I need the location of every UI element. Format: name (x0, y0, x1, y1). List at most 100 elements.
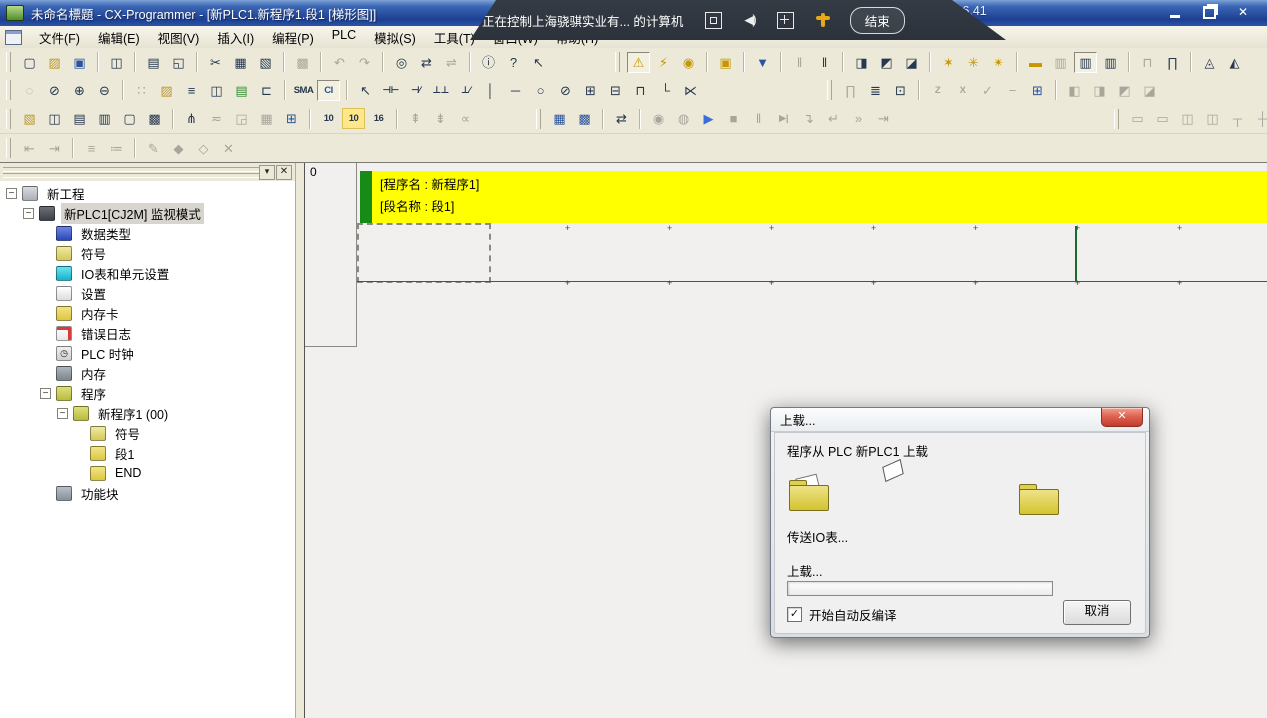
simulator-transfer-button[interactable]: ⇄ (610, 108, 633, 129)
tree-expander-icon[interactable]: − (23, 208, 34, 219)
end-session-button[interactable]: 结束 (850, 7, 905, 34)
pause-monitoring-button[interactable]: ▣ (714, 52, 737, 73)
save-button[interactable]: ▣ (68, 52, 91, 73)
show-ci-button[interactable]: CI (317, 80, 340, 101)
pane-options-button[interactable]: ▾ (259, 165, 275, 180)
monitor-in-rung-button[interactable]: ◫ (205, 80, 228, 101)
tree-item-memory-card[interactable]: 内存卡 (0, 303, 295, 323)
find-replace-button[interactable]: ⇄ (415, 52, 438, 73)
speaker-icon[interactable]: ◀) (744, 12, 754, 28)
operating-mode-button[interactable]: ▼ (751, 52, 774, 73)
context-help-button[interactable]: ↖ (527, 52, 550, 73)
simulator-online-2-button[interactable]: ▩ (573, 108, 596, 129)
show-sma-button[interactable]: SMA (292, 80, 315, 101)
new-coil-button[interactable]: ○ (529, 80, 552, 101)
find-button[interactable]: ◎ (390, 52, 413, 73)
zoom-custom-button[interactable]: ⊘ (43, 80, 66, 101)
print-button[interactable]: ▤ (142, 52, 165, 73)
memory-view-button[interactable]: ⊞ (280, 108, 303, 129)
invert-element-button[interactable]: ⋉ (679, 80, 702, 101)
menu-item-view[interactable]: 视图(V) (149, 25, 209, 50)
new-instruction-button[interactable]: ⊞ (579, 80, 602, 101)
properties-button[interactable]: ▩ (143, 108, 166, 129)
sim-run-button[interactable]: ▶ (697, 108, 720, 129)
monitor-button[interactable]: ◉ (677, 52, 700, 73)
tool-icon[interactable] (816, 13, 830, 27)
close-button[interactable]: ✕ (1233, 4, 1253, 20)
data-trace-config-button[interactable]: ▥ (1099, 52, 1122, 73)
menu-item-simulation[interactable]: 模拟(S) (365, 25, 425, 50)
cancel-button[interactable]: 取消 (1063, 600, 1131, 625)
compare-with-plc-button[interactable]: ◪ (900, 52, 923, 73)
view-settings-button[interactable]: ▢ (118, 108, 141, 129)
view-diagram-button[interactable]: ▧ (18, 108, 41, 129)
menu-item-edit[interactable]: 编辑(E) (89, 25, 149, 50)
force-cancel-button[interactable]: ✴ (987, 52, 1010, 73)
menu-item-file[interactable]: 文件(F) (30, 25, 89, 50)
compile-program-button[interactable]: ◫ (105, 52, 128, 73)
select-tool-button[interactable]: ↖ (354, 80, 377, 101)
copy-button[interactable]: ▦ (229, 52, 252, 73)
pause-2-button[interactable]: ‖ (813, 52, 836, 73)
force-on-button[interactable]: ✶ (937, 52, 960, 73)
tree-item-new-program1[interactable]: −新程序1 (00) (0, 403, 295, 423)
new-or-contact-button[interactable]: ⊥⊥ (429, 80, 452, 101)
tree-expander-icon[interactable]: − (40, 388, 51, 399)
new-window-icon[interactable] (777, 12, 794, 29)
help-button[interactable]: ? (502, 52, 525, 73)
online-edit-cancel-button[interactable]: ◭ (1223, 52, 1246, 73)
panel-splitter[interactable] (296, 163, 305, 718)
tree-item-data-types[interactable]: 数据类型 (0, 223, 295, 243)
new-or-closed-contact-button[interactable]: ⊥∕ (454, 80, 477, 101)
tree-item-symbols[interactable]: 符号 (0, 243, 295, 263)
tree-expander-icon[interactable]: − (57, 408, 68, 419)
tree-item-function-blocks[interactable]: 功能块 (0, 483, 295, 503)
data-trace-button[interactable]: ▥ (1074, 52, 1097, 73)
display-decimal-button[interactable]: 10 (317, 108, 340, 129)
view-io-table-button[interactable]: ▥ (93, 108, 116, 129)
cross-reference-button[interactable]: ⋔ (180, 108, 203, 129)
new-contact-button[interactable]: ⊣⊢ (379, 80, 402, 101)
auto-decompile-checkbox[interactable]: ✓ (787, 607, 802, 622)
zoom-in-button[interactable]: ⊕ (68, 80, 91, 101)
work-online-button[interactable]: ⚠ (627, 52, 650, 73)
symbol-table-view-button[interactable]: ⊞ (1026, 80, 1049, 101)
tree-item-new-plc1[interactable]: −新PLC1[CJ2M] 监视模式 (0, 203, 295, 223)
tree-item-programs[interactable]: −程序 (0, 383, 295, 403)
open-file-button[interactable]: ▨ (43, 52, 66, 73)
view-mnemonic-button[interactable]: ◫ (43, 108, 66, 129)
upload-from-plc-button[interactable]: ◩ (875, 52, 898, 73)
restore-button[interactable] (1199, 4, 1219, 20)
online-edit-send-button[interactable]: ◬ (1198, 52, 1221, 73)
paste-button[interactable]: ▧ (254, 52, 277, 73)
tree-item-error-log[interactable]: 错误日志 (0, 323, 295, 343)
menu-item-program[interactable]: 编程(P) (263, 25, 323, 50)
ladder-cursor-cell[interactable] (357, 223, 491, 283)
symbol-comment-button[interactable]: ▨ (155, 80, 178, 101)
rung-comment-list-button[interactable]: ≡ (180, 80, 203, 101)
print-preview-button[interactable]: ◱ (167, 52, 190, 73)
display-hex-button[interactable]: 16 (367, 108, 390, 129)
tree-item-settings[interactable]: 设置 (0, 283, 295, 303)
download-to-plc-button[interactable]: ◨ (850, 52, 873, 73)
child-window-icon[interactable] (5, 30, 22, 45)
new-function-block-button[interactable]: ⊓ (629, 80, 652, 101)
ladder-color-button[interactable]: ▤ (230, 80, 253, 101)
force-off-button[interactable]: ✳ (962, 52, 985, 73)
zoom-out-button[interactable]: ⊖ (93, 80, 116, 101)
view-symbol-table-button[interactable]: ▤ (68, 108, 91, 129)
tree-item-io-table-unit-setup[interactable]: IO表和单元设置 (0, 263, 295, 283)
tree-item-section1[interactable]: 段1 (0, 443, 295, 463)
tree-item-memory[interactable]: 内存 (0, 363, 295, 383)
section-comment-banner[interactable]: [程序名 : 新程序1] [段名称 : 段1] (360, 171, 1267, 223)
new-closed-contact-button[interactable]: ⊣∕ (404, 80, 427, 101)
tree-item-program-symbols[interactable]: 符号 (0, 423, 295, 443)
new-vertical-button[interactable]: │ (479, 80, 502, 101)
tree-item-section-end[interactable]: END (0, 463, 295, 483)
fullscreen-icon[interactable] (705, 12, 722, 29)
cut-button[interactable]: ✂ (204, 52, 227, 73)
wrap-rungs-button[interactable]: ⊏ (255, 80, 278, 101)
simulator-online-button[interactable]: ▦ (548, 108, 571, 129)
new-file-button[interactable]: ▢ (18, 52, 41, 73)
differential-monitor-button[interactable]: ▬ (1024, 52, 1047, 73)
